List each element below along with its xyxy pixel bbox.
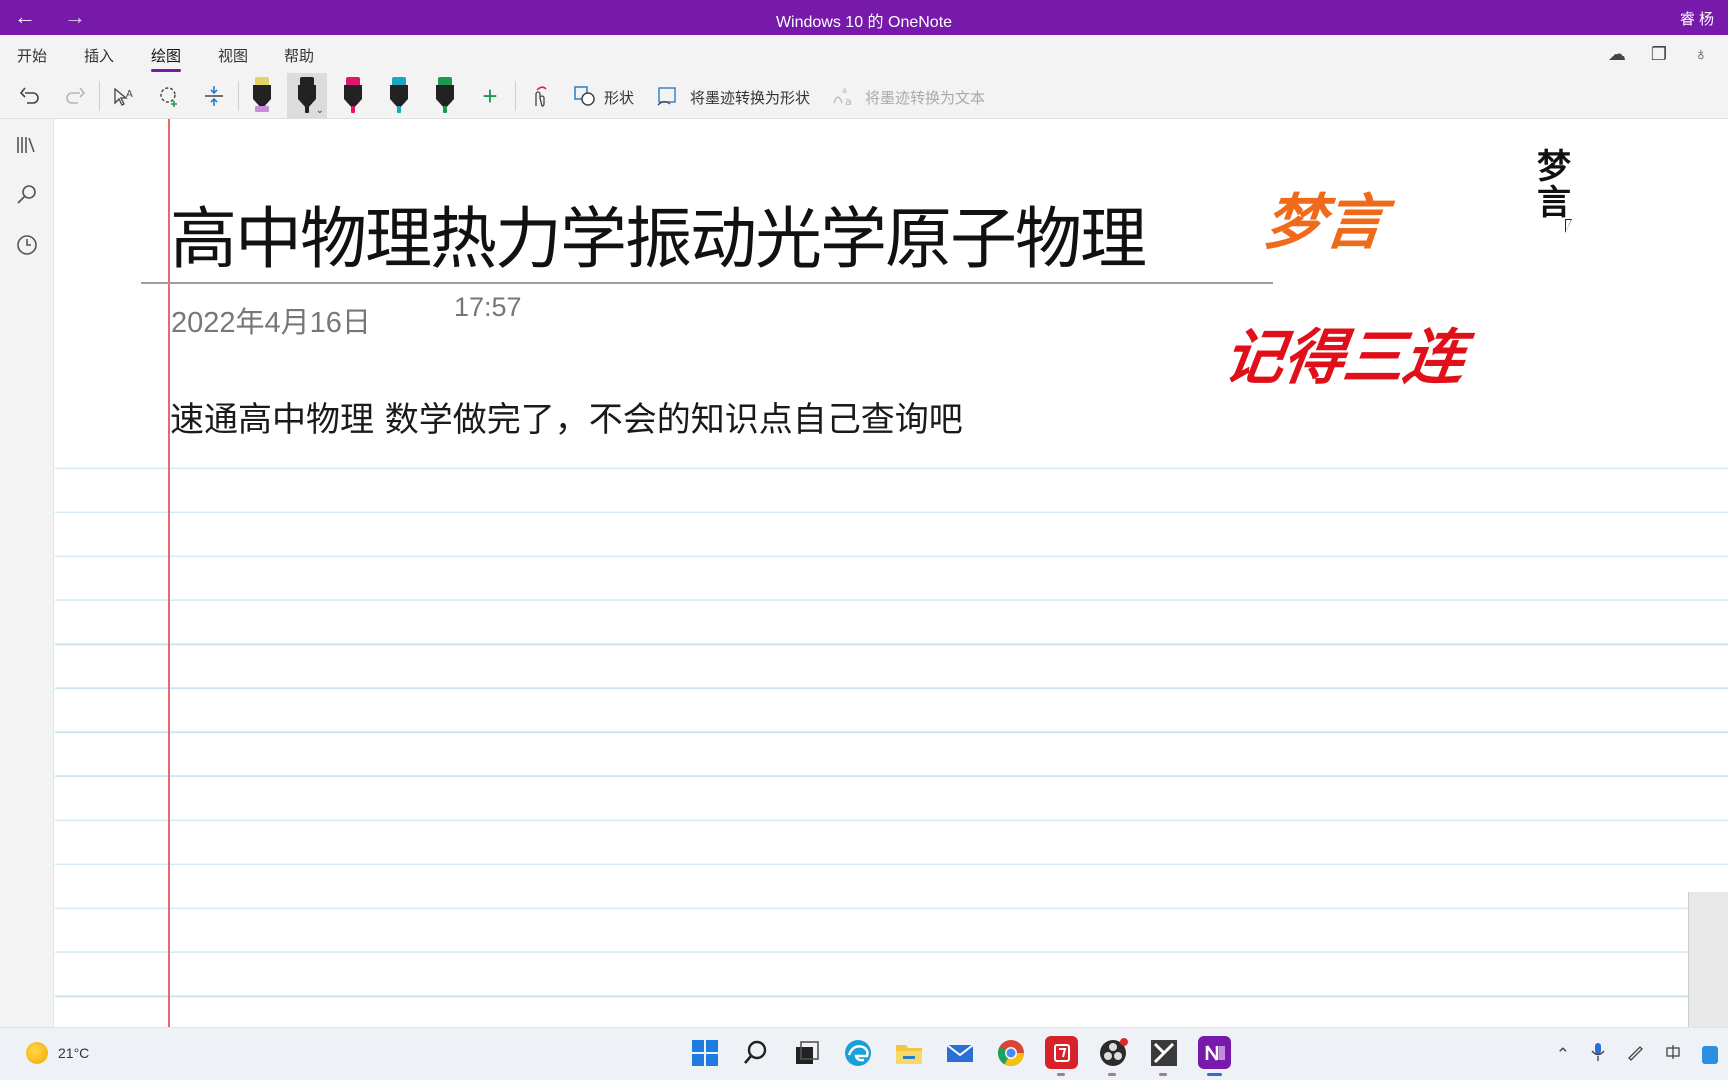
- redo-icon[interactable]: [59, 79, 91, 113]
- tab-view[interactable]: 视图: [218, 45, 248, 66]
- recent-clock-icon[interactable]: [15, 233, 39, 257]
- draw-toolbar: A ⌄ + 形状 将墨迹转换为形状 a a 将墨迹转换为文本: [0, 73, 1728, 119]
- tab-insert[interactable]: 插入: [84, 45, 114, 66]
- page-time: 17:57: [454, 292, 522, 322]
- page-date: 2022年4月16日: [171, 307, 371, 339]
- ink-to-text-icon: aa: [830, 79, 858, 113]
- pen-icon[interactable]: [1626, 1043, 1644, 1066]
- edge-browser-icon[interactable]: [841, 1036, 874, 1069]
- app-grid-icon[interactable]: [1147, 1036, 1180, 1076]
- weather-widget[interactable]: 21°C: [26, 1042, 89, 1064]
- green-pen-icon[interactable]: [425, 73, 465, 119]
- tab-home[interactable]: 开始: [17, 45, 47, 66]
- add-space-icon[interactable]: [198, 79, 230, 113]
- start-icon[interactable]: [688, 1036, 721, 1069]
- ime-icon[interactable]: [1664, 1043, 1682, 1066]
- ink-signature-black[interactable]: 梦言: [1537, 149, 1581, 221]
- lightbulb-icon[interactable]: ♁: [1690, 43, 1712, 65]
- sun-icon: [26, 1042, 48, 1064]
- obs-studio-icon[interactable]: [1096, 1036, 1129, 1076]
- highlighter-pen-icon[interactable]: [242, 73, 282, 119]
- cyan-pen-icon[interactable]: [379, 73, 419, 119]
- onenote-icon[interactable]: [1198, 1036, 1231, 1076]
- mail-icon[interactable]: [943, 1036, 976, 1069]
- ink-signature-black-text: 梦言: [1537, 147, 1571, 223]
- toolbar-separator: [238, 81, 239, 111]
- microphone-icon[interactable]: [1590, 1042, 1606, 1067]
- ink-to-text-button: 将墨迹转换为文本: [865, 90, 986, 107]
- search-icon[interactable]: [739, 1036, 772, 1069]
- ink-reminder-red[interactable]: 记得三连: [1219, 309, 1471, 396]
- shapes-button[interactable]: 形状: [604, 87, 634, 108]
- magenta-pen-icon[interactable]: [333, 73, 373, 119]
- ink-signature-orange[interactable]: 梦言: [1260, 174, 1389, 261]
- window-title: Windows 10 的 OneNote: [775, 14, 953, 31]
- search-app-icon[interactable]: [1702, 1045, 1718, 1064]
- note-body-text[interactable]: 速通高中物理 数学做完了，不会的知识点自己查询吧: [170, 392, 963, 441]
- page-title[interactable]: 高中物理热力学振动光学原子物理: [170, 185, 1147, 282]
- sync-status-icon[interactable]: ☁: [1606, 43, 1628, 65]
- system-tray: ⌃: [1556, 1042, 1718, 1067]
- chevron-down-icon: ⌄: [315, 105, 324, 116]
- taskbar: 21°C ⌃: [0, 1027, 1728, 1080]
- tab-help[interactable]: 帮助: [284, 45, 314, 66]
- page-canvas[interactable]: 高中物理热力学振动光学原子物理 2022年4月16日 17:57 速通高中物理 …: [55, 119, 1728, 1027]
- user-name[interactable]: 睿 杨: [1680, 8, 1714, 29]
- ink-to-shape-button[interactable]: 将墨迹转换为形状: [690, 87, 810, 108]
- svg-text:A: A: [126, 89, 133, 100]
- undo-icon[interactable]: [14, 79, 46, 113]
- menu-right-icons: ☁ ❐ ♁: [1606, 43, 1712, 65]
- chevron-up-icon[interactable]: ⌃: [1556, 1045, 1570, 1065]
- lasso-select-icon[interactable]: [153, 79, 185, 113]
- black-pen-icon[interactable]: ⌄: [287, 73, 327, 119]
- file-explorer-icon[interactable]: [892, 1036, 925, 1069]
- sticky-notes-icon[interactable]: ❐: [1648, 43, 1670, 65]
- navigation-rail: [0, 119, 54, 1027]
- title-bar: ← → Windows 10 的 OneNote 睿 杨: [0, 0, 1728, 35]
- search-icon[interactable]: [15, 183, 39, 207]
- toolbar-separator: [515, 81, 516, 111]
- svg-text:a: a: [842, 86, 847, 95]
- shapes-icon[interactable]: [571, 79, 599, 113]
- tab-draw[interactable]: 绘图: [151, 45, 182, 72]
- task-view-icon[interactable]: [790, 1036, 823, 1069]
- notebooks-icon[interactable]: [15, 133, 39, 157]
- weather-temperature: 21°C: [58, 1045, 90, 1061]
- red-app-icon[interactable]: [1045, 1036, 1078, 1076]
- chrome-icon[interactable]: [994, 1036, 1027, 1069]
- ribbon-tabs: 开始 插入 绘图 视图 帮助 ☁ ❐ ♁: [0, 35, 1728, 73]
- add-pen-icon[interactable]: +: [474, 79, 506, 113]
- type-select-icon[interactable]: A: [108, 79, 140, 113]
- title-underline: [141, 282, 1273, 284]
- toolbar-separator: [99, 81, 100, 111]
- ink-to-shape-icon[interactable]: [654, 79, 682, 113]
- touch-draw-icon[interactable]: [523, 79, 555, 113]
- overlay-window-edge: [1688, 892, 1728, 1027]
- svg-text:a: a: [845, 95, 852, 107]
- mouse-cursor-icon: [1565, 219, 1572, 233]
- taskbar-apps: [688, 1036, 1231, 1076]
